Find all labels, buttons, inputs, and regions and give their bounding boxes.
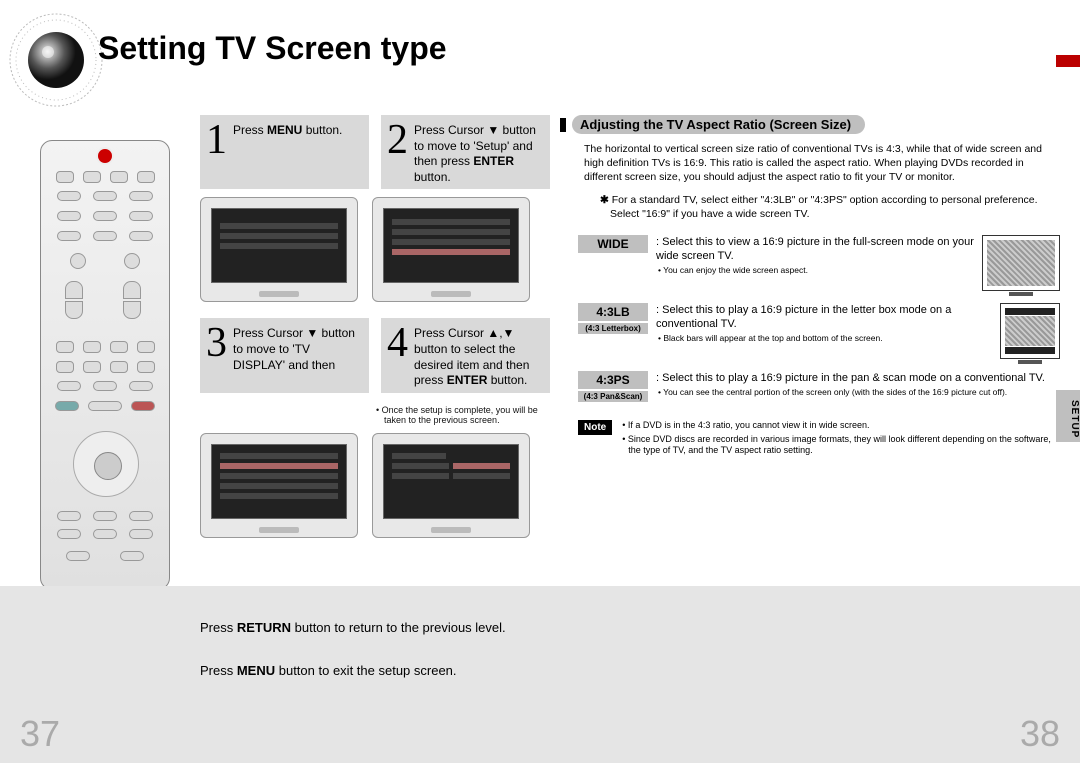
option-desc: : Select this to play a 16:9 picture in … xyxy=(656,372,1045,384)
side-tab-setup: SETUP xyxy=(1056,390,1080,442)
step-text: Press Cursor ▼ button to move to 'TV DIS… xyxy=(233,322,363,373)
step-1: 1 Press MENU button. xyxy=(200,115,369,189)
option-label: 4:3LB xyxy=(578,303,648,321)
note-item: • Since DVD discs are recorded in variou… xyxy=(620,434,1060,457)
osd-screenshot xyxy=(372,433,530,538)
note-block: Note • If a DVD is in the 4:3 ratio, you… xyxy=(578,420,1060,459)
option-desc: : Select this to view a 16:9 picture in … xyxy=(656,236,974,262)
osd-screenshot xyxy=(372,197,530,302)
step-text: Press Cursor ▲,▼ button to select the de… xyxy=(414,322,544,388)
option-43ps: 4:3PS (4:3 Pan&Scan) : Select this to pl… xyxy=(578,371,1060,402)
intro-paragraph: The horizontal to vertical screen size r… xyxy=(560,142,1060,185)
option-sublabel: (4:3 Pan&Scan) xyxy=(578,391,648,402)
osd-screenshot xyxy=(200,433,358,538)
section-header: Adjusting the TV Aspect Ratio (Screen Si… xyxy=(560,115,1060,134)
dpad-icon xyxy=(73,431,139,497)
section-bar-icon xyxy=(560,118,566,132)
step-text: Press MENU button. xyxy=(233,119,342,139)
note-item: • If a DVD is in the 4:3 ratio, you cann… xyxy=(620,420,1060,432)
step-number: 3 xyxy=(206,322,227,364)
page-title: Setting TV Screen type xyxy=(98,30,447,67)
speaker-logo xyxy=(6,10,106,110)
step-text: Press Cursor ▼ button to move to 'Setup'… xyxy=(414,119,544,185)
option-desc: : Select this to play a 16:9 picture in … xyxy=(656,304,951,330)
option-bullet: • Black bars will appear at the top and … xyxy=(656,333,992,344)
tv-wide-icon xyxy=(982,235,1060,291)
aspect-ratio-section: Adjusting the TV Aspect Ratio (Screen Si… xyxy=(560,115,1060,459)
option-label: 4:3PS xyxy=(578,371,648,389)
footer-return-tip: Press RETURN button to return to the pre… xyxy=(200,620,506,635)
note-badge: Note xyxy=(578,420,612,435)
option-bullet: • You can see the central portion of the… xyxy=(656,387,1060,398)
option-bullet: • You can enjoy the wide screen aspect. xyxy=(656,265,974,276)
tv-letterbox-icon xyxy=(1000,303,1060,359)
option-43lb: 4:3LB (4:3 Letterbox) : Select this to p… xyxy=(578,303,1060,359)
option-sublabel: (4:3 Letterbox) xyxy=(578,323,648,334)
option-wide: WIDE : Select this to view a 16:9 pictur… xyxy=(578,235,1060,291)
footer-tips: Press RETURN button to return to the pre… xyxy=(200,620,506,706)
step-2: 2 Press Cursor ▼ button to move to 'Setu… xyxy=(381,115,550,189)
page-number-right: 38 xyxy=(1020,713,1060,755)
step-4: 4 Press Cursor ▲,▼ button to select the … xyxy=(381,318,550,392)
section-title: Adjusting the TV Aspect Ratio (Screen Si… xyxy=(572,115,865,134)
star-note: For a standard TV, select either "4:3LB"… xyxy=(560,185,1060,231)
steps-column: 1 Press MENU button. 2 Press Cursor ▼ bu… xyxy=(200,115,550,554)
footer-band xyxy=(0,586,1080,763)
option-label: WIDE xyxy=(578,235,648,253)
step-number: 2 xyxy=(387,119,408,161)
page-number-left: 37 xyxy=(20,713,60,755)
osd-screenshot xyxy=(200,197,358,302)
footer-menu-tip: Press MENU button to exit the setup scre… xyxy=(200,663,506,678)
manual-spread: Setting TV Screen type 1 Press MENU butt… xyxy=(0,0,1080,763)
step-footnote: • Once the setup is complete, you will b… xyxy=(366,401,550,425)
remote-control-illustration xyxy=(40,140,170,590)
chapter-color-mark xyxy=(1056,55,1080,67)
step-3: 3 Press Cursor ▼ button to move to 'TV D… xyxy=(200,318,369,392)
step-number: 1 xyxy=(206,119,227,161)
step-number: 4 xyxy=(387,322,408,364)
